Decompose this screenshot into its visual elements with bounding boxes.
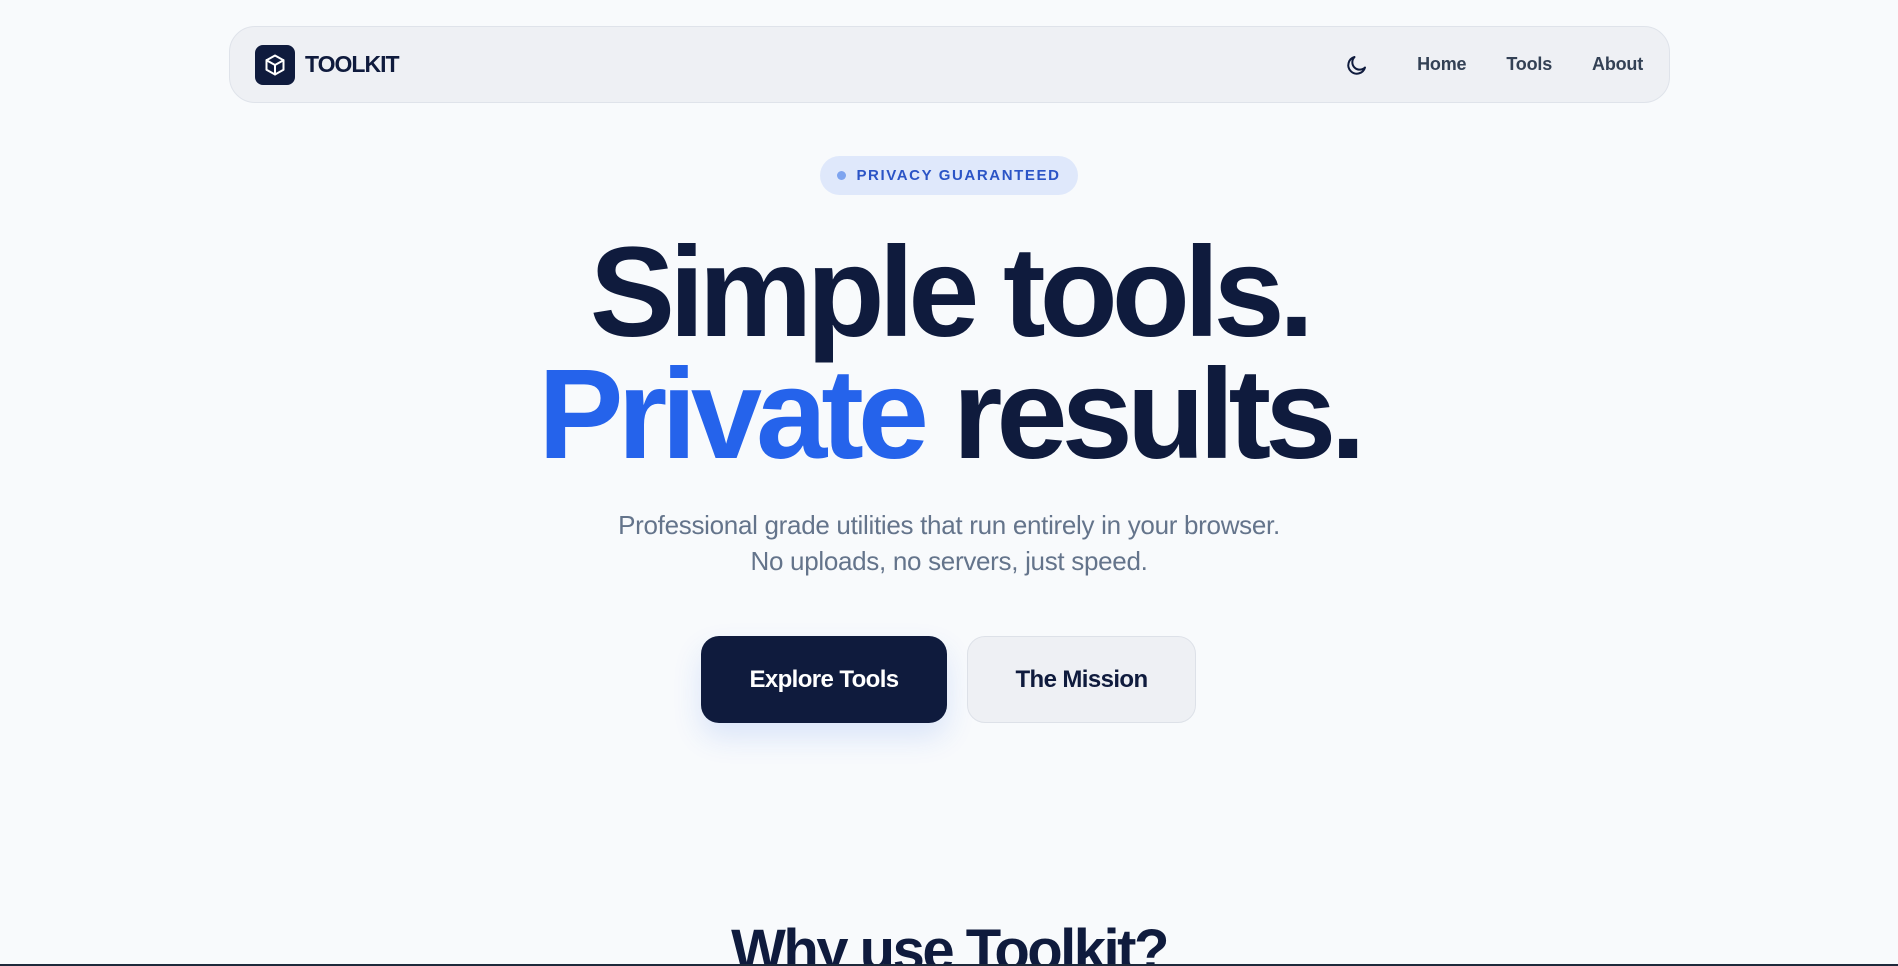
page: TOOLKIT Home Tools About PRIVACY GUARANT…: [0, 0, 1898, 966]
section-title: Why use Toolkit?: [731, 918, 1169, 966]
headline-line-2-rest: results.: [923, 343, 1366, 486]
nav-link-about[interactable]: About: [1592, 54, 1643, 75]
hero-headline: Simple tools. Private results.: [0, 221, 1898, 479]
theme-toggle-button[interactable]: [1337, 45, 1377, 85]
headline-line-1: Simple tools.: [589, 221, 1315, 364]
moon-icon: [1347, 55, 1367, 75]
subtitle-line-1: Professional grade utilities that run en…: [618, 510, 1280, 540]
headline-accent-word: Private: [538, 343, 929, 486]
navbar: TOOLKIT Home Tools About: [229, 26, 1670, 103]
cube-icon: [255, 44, 295, 85]
hero-subtitle: Professional grade utilities that run en…: [0, 507, 1898, 579]
badge-text: PRIVACY GUARANTEED: [856, 167, 1061, 184]
headline-line-2: Private results.: [0, 351, 1898, 479]
explore-tools-button[interactable]: Explore Tools: [701, 636, 947, 723]
privacy-badge: PRIVACY GUARANTEED: [820, 156, 1078, 195]
brand-name: TOOLKIT: [305, 51, 400, 77]
nav-right: Home Tools About: [1337, 45, 1643, 85]
the-mission-button[interactable]: The Mission: [967, 636, 1196, 723]
nav-link-tools[interactable]: Tools: [1506, 54, 1552, 75]
subtitle-line-2: No uploads, no servers, just speed.: [750, 546, 1148, 576]
nav-links: Home Tools About: [1417, 54, 1643, 75]
badge-dot-icon: [837, 171, 847, 180]
nav-link-home[interactable]: Home: [1417, 54, 1466, 75]
brand-link[interactable]: TOOLKIT: [255, 44, 400, 85]
